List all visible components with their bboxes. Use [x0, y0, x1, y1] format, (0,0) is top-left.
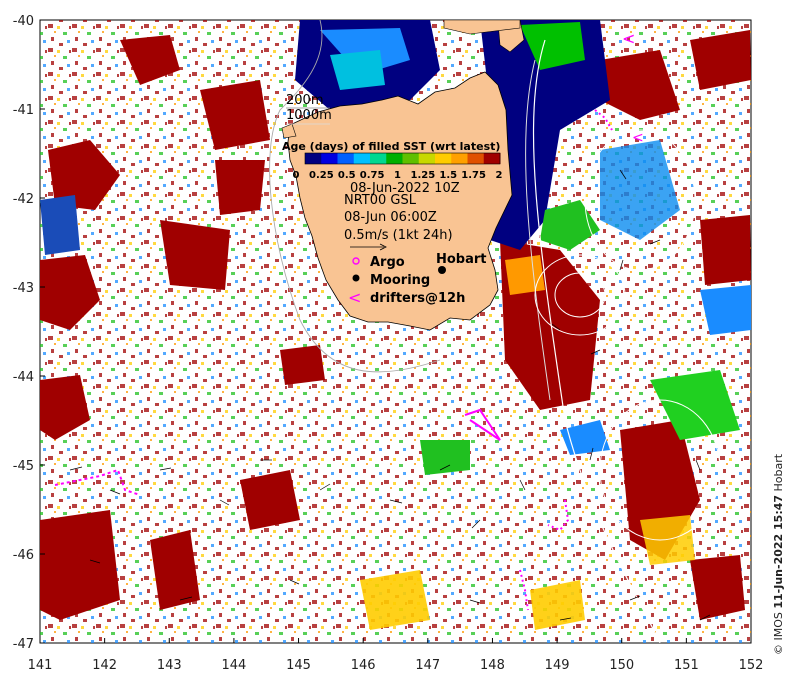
colorbar-swatch — [435, 153, 452, 164]
sst-patch — [690, 30, 751, 90]
colorbar-swatch — [467, 153, 485, 164]
colorbar-tick-label: 2 — [496, 170, 503, 181]
lon-tick-label: 146 — [351, 658, 376, 673]
bathy-legend-1000m: 1000m — [286, 108, 332, 123]
credit-org: © IMOS — [772, 612, 785, 655]
credit-date: 11-Jun-2022 15:47 — [772, 494, 785, 609]
drifter-head-icon: < — [622, 29, 635, 48]
colorbar-tick-label: 0.5 — [338, 170, 356, 181]
colorbar-tick-labels: 0 0.25 0.5 0.75 1 1.25 1.5 1.75 2 — [293, 170, 503, 181]
sst-patch — [360, 570, 430, 630]
current-source: NRT00 GSL — [344, 193, 417, 208]
lat-tick-label: -41 — [13, 103, 34, 118]
colorbar-swatch — [418, 153, 436, 164]
bathy-legend-200m: 200m — [286, 93, 323, 108]
data-layer: < < — [40, 20, 751, 643]
colorbar-swatch — [321, 153, 338, 164]
colorbar-swatch — [451, 153, 468, 164]
colorbar-swatch — [386, 153, 403, 164]
lon-tick-label: 143 — [157, 658, 182, 673]
sst-patch — [40, 510, 120, 620]
sst-patch — [215, 160, 265, 215]
drifter-head-icon: < — [632, 130, 644, 146]
argo-label: Argo — [370, 255, 405, 270]
lat-tick-label: -44 — [13, 370, 34, 385]
lat-tick-label: -45 — [13, 459, 34, 474]
lon-tick-label: 145 — [286, 658, 311, 673]
sst-patch — [240, 470, 300, 530]
colorbar-swatch — [370, 153, 387, 164]
lon-tick-label: 141 — [28, 658, 53, 673]
sst-patch — [505, 255, 545, 295]
colorbar-tick-label: 0 — [293, 170, 300, 181]
colorbar-tick-label: 0.75 — [360, 170, 385, 181]
mooring-icon — [352, 274, 360, 282]
colorbar-tick-label: 1.5 — [439, 170, 457, 181]
sst-age-map: < < 141 142 143 144 145 146 147 148 149 150 151 152… — [13, 14, 764, 673]
colorbar-tick-label: 1.75 — [461, 170, 486, 181]
colorbar-swatch — [337, 153, 355, 164]
lon-tick-label: 142 — [92, 658, 117, 673]
lon-tick-label: 148 — [480, 658, 505, 673]
mooring-marker — [438, 266, 446, 274]
colorbar-tick-label: 1.25 — [411, 170, 436, 181]
current-time: 08-Jun 06:00Z — [344, 210, 437, 225]
colorbar-title: Age (days) of filled SST (wrt latest) — [282, 140, 500, 153]
colorbar-swatch — [353, 153, 371, 164]
lon-tick-label: 149 — [545, 658, 570, 673]
lon-tick-label: 147 — [415, 658, 440, 673]
sst-patch — [280, 345, 325, 385]
colorbar-swatch — [483, 153, 501, 164]
hobart-label: Hobart — [436, 252, 487, 267]
lat-tick-label: -47 — [13, 637, 34, 652]
drifter-icon: < — [348, 288, 361, 307]
sst-patch — [160, 220, 230, 290]
lat-tick-label: -40 — [13, 14, 34, 29]
lon-tick-label: 151 — [674, 658, 699, 673]
lon-tick-label: 152 — [739, 658, 764, 673]
mooring-label: Mooring — [370, 273, 430, 288]
colorbar — [304, 152, 501, 165]
colorbar-tick-label: 0.25 — [309, 170, 334, 181]
sst-patch — [700, 215, 751, 285]
drifters-label: drifters@12h — [370, 291, 465, 306]
sst-patch — [420, 440, 470, 475]
colorbar-swatch — [402, 153, 420, 164]
lat-tick-label: -42 — [13, 192, 34, 207]
current-scale: 0.5m/s (1kt 24h) — [344, 228, 453, 243]
colorbar-swatch — [305, 153, 322, 164]
sst-patch — [40, 195, 80, 255]
lat-tick-label: -43 — [13, 281, 34, 296]
credit-place: Hobart — [772, 453, 785, 492]
lon-tick-label: 150 — [609, 658, 634, 673]
colorbar-tick-label: 1 — [394, 170, 401, 181]
lat-tick-label: -46 — [13, 548, 34, 563]
lon-tick-label: 144 — [221, 658, 246, 673]
credit-text: © IMOS 11-Jun-2022 15:47 Hobart — [772, 454, 785, 655]
